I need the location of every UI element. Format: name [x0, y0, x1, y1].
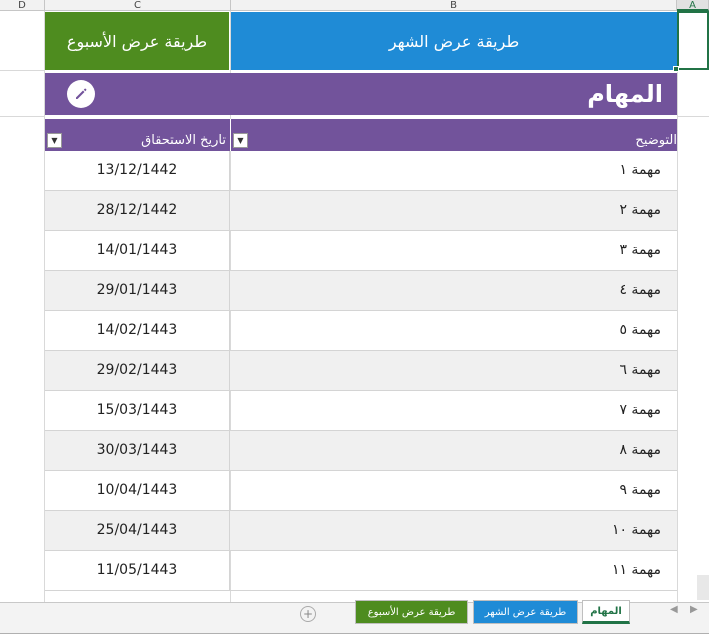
due-date-cell[interactable]: 13/12/1442	[45, 151, 230, 190]
column-header-d[interactable]: D	[0, 0, 45, 11]
due-date-cell[interactable]: 14/02/1443	[45, 311, 230, 350]
due-date-cell[interactable]: 11/05/1443	[45, 551, 230, 590]
page-title: المهام	[587, 80, 663, 108]
due-date-cell[interactable]: 30/03/1443	[45, 431, 230, 470]
pencil-icon	[76, 88, 87, 99]
column-header-due-date: تاريخ الاستحقاق	[141, 133, 226, 148]
table-body: 13/12/1442 مهمة ١ 28/12/1442 مهمة ٢ 14/0…	[45, 151, 677, 591]
table-row: 29/01/1443 مهمة ٤	[45, 271, 677, 311]
due-date-cell[interactable]: 29/01/1443	[45, 271, 230, 310]
grid-line	[677, 11, 678, 602]
table-row: 29/02/1443 مهمة ٦	[45, 351, 677, 391]
fill-handle[interactable]	[673, 66, 679, 72]
due-date-cell[interactable]: 29/02/1443	[45, 351, 230, 390]
table-row: 13/12/1442 مهمة ١	[45, 151, 677, 191]
scroll-left-icon[interactable]: ◀	[670, 604, 678, 615]
table-row: 11/05/1443 مهمة ١١	[45, 551, 677, 591]
description-cell[interactable]: مهمة ٥	[231, 311, 677, 350]
header-separator	[230, 119, 231, 151]
grid-line	[0, 116, 45, 117]
description-cell[interactable]: مهمة ٨	[231, 431, 677, 470]
description-cell[interactable]: مهمة ١٠	[231, 511, 677, 550]
dropdown-arrow-icon: ▼	[237, 136, 244, 145]
due-date-cell[interactable]: 28/12/1442	[45, 191, 230, 230]
description-cell[interactable]: مهمة ٦	[231, 351, 677, 390]
sheet-tab-month-view[interactable]: طريقة عرض الشهر	[473, 600, 578, 624]
description-cell[interactable]: مهمة ٧	[231, 391, 677, 430]
description-cell[interactable]: مهمة ٣	[231, 231, 677, 270]
edit-button[interactable]	[67, 80, 95, 108]
grid-line	[0, 70, 45, 71]
add-sheet-button[interactable]: +	[300, 606, 316, 622]
grid-line	[677, 116, 709, 117]
description-cell[interactable]: مهمة ١١	[231, 551, 677, 590]
sheet-tab-tasks[interactable]: المهام	[582, 600, 630, 624]
vertical-scrollbar[interactable]	[697, 575, 709, 600]
month-view-button[interactable]: طريقة عرض الشهر	[231, 12, 677, 70]
column-header-c[interactable]: C	[45, 0, 231, 11]
column-header-a[interactable]: A	[677, 0, 709, 11]
description-cell[interactable]: مهمة ٩	[231, 471, 677, 510]
week-view-button[interactable]: طريقة عرض الأسبوع	[45, 12, 229, 70]
description-cell[interactable]: مهمة ٤	[231, 271, 677, 310]
plus-icon: +	[302, 607, 314, 621]
table-header-row: تاريخ الاستحقاق التوضيح ▼ ▼	[45, 119, 677, 151]
scroll-right-icon[interactable]: ▶	[690, 604, 698, 615]
dropdown-arrow-icon: ▼	[51, 136, 58, 145]
table-row: 28/12/1442 مهمة ٢	[45, 191, 677, 231]
title-band: المهام	[45, 73, 677, 115]
table-row: 15/03/1443 مهمة ٧	[45, 391, 677, 431]
description-cell[interactable]: مهمة ٢	[231, 191, 677, 230]
due-date-cell[interactable]: 25/04/1443	[45, 511, 230, 550]
table-row: 30/03/1443 مهمة ٨	[45, 431, 677, 471]
due-date-cell[interactable]: 15/03/1443	[45, 391, 230, 430]
table-row: 14/02/1443 مهمة ٥	[45, 311, 677, 351]
filter-dropdown-description[interactable]: ▼	[233, 133, 248, 148]
selected-cell[interactable]	[677, 11, 709, 70]
table-row: 14/01/1443 مهمة ٣	[45, 231, 677, 271]
column-header-b[interactable]: B	[231, 0, 677, 11]
sheet-tab-week-view[interactable]: طريقة عرض الأسبوع	[355, 600, 468, 624]
table-row: 25/04/1443 مهمة ١٠	[45, 511, 677, 551]
column-header-description: التوضيح	[635, 133, 677, 148]
table-row: 10/04/1443 مهمة ٩	[45, 471, 677, 511]
description-cell[interactable]: مهمة ١	[231, 151, 677, 190]
filter-dropdown-due-date[interactable]: ▼	[47, 133, 62, 148]
due-date-cell[interactable]: 10/04/1443	[45, 471, 230, 510]
due-date-cell[interactable]: 14/01/1443	[45, 231, 230, 270]
